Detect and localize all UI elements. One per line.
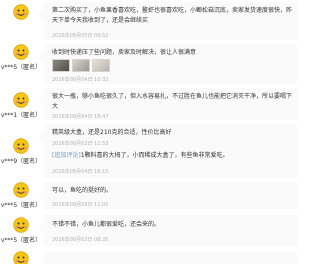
smiley-avatar-icon: [13, 138, 29, 154]
review-card: 很大一瓶，够小鱼吃很久了，但入水容易扎，不过胜在鱼儿也能把它消灭干净，所以要喝下…: [38, 88, 298, 120]
review-card: 精英级大盒，还是210克的合适，性价比高好 2016年09月02日 11:53 …: [38, 124, 298, 178]
review-item: v***1（匿名） 很大一瓶，够小鱼吃很久了，但入水容易扎，不过胜在鱼儿也能把它…: [0, 86, 300, 122]
review-item: [0, 248, 300, 264]
review-item: 第二次购买了，小鱼果香喜欢吃，鳌虾也很喜欢吃，小鲫松菇沉底，卖家发货速度很快，昨…: [0, 0, 300, 42]
reviewer-name: v***5（匿名）: [0, 202, 42, 209]
smiley-avatar-icon: [13, 92, 29, 108]
review-text: 很大一瓶，够小鱼吃很久了，但入水容易扎，不过胜在鱼儿也能把它消灭干净，所以要喝下…: [52, 93, 293, 110]
review-item: v***5（匿名） 可以，鱼吃的挺好的。 2016年09月03日 11:05: [0, 180, 300, 212]
review-card: 可以，鱼吃的挺好的。 2016年09月03日 11:05: [38, 182, 298, 210]
review-photo[interactable]: [52, 59, 70, 72]
review-card: 第二次购买了，小鱼果香喜欢吃，鳌虾也很喜欢吃，小鲫松菇沉底，卖家发货速度很快，昨…: [38, 2, 298, 40]
followup-date: 2016年09月04日 16:15: [52, 169, 109, 175]
review-card: [38, 252, 298, 264]
review-card: 收到时快递压了些问题，卖家及时解决，很让人很满意 2016年09月04日 10:…: [38, 44, 298, 84]
review-item: v***5（匿名） 收到时快递压了些问题，卖家及时解决，很让人很满意 2016年…: [0, 42, 300, 86]
followup-text: 1颗料喜的大拇了，小而稀成大盒了，有些鱼非常爱吃。: [80, 152, 229, 159]
review-text: 精英级大盒，还是210克的合适，性价比高好: [52, 129, 172, 136]
review-text: 不错不错，小鱼儿都很爱吃，还会来的。: [52, 221, 161, 228]
review-date: 2016年09月02日 11:53: [52, 141, 109, 147]
review-item: v***9（匿名） 精英级大盒，还是210克的合适，性价比高好 2016年09月…: [0, 122, 300, 180]
review-date: 2016年09月04日 18:47: [52, 114, 109, 120]
reviewer-name: v***1（匿名）: [0, 112, 42, 119]
review-date: 2016年09月05日 09:52: [52, 33, 109, 39]
smiley-avatar-icon: [13, 44, 29, 60]
smiley-avatar-icon: [13, 182, 29, 198]
reviewer-name: v***9（匿名）: [0, 158, 42, 165]
reviewer-name: v***5（匿名）: [0, 64, 42, 71]
review-date: 2016年09月03日 11:05: [52, 202, 109, 208]
review-photo[interactable]: [92, 59, 110, 72]
review-text: 第二次购买了，小鱼果香喜欢吃，鳌虾也很喜欢吃，小鲫松菇沉底，卖家发货速度很快，昨…: [52, 7, 293, 24]
smiley-avatar-icon: [13, 217, 29, 233]
reviewer-name: v***5（匿名）: [0, 237, 42, 244]
review-text: 可以，鱼吃的挺好的。: [52, 187, 113, 194]
followup-comment: [追加评论]1颗料喜的大拇了，小而稀成大盒了，有些鱼非常爱吃。: [52, 151, 292, 161]
followup-tag: [追加评论]: [52, 152, 81, 159]
review-photos: [52, 59, 110, 72]
review-text: 收到时快递压了些问题，卖家及时解决，很让人很满意: [52, 49, 197, 56]
review-photo[interactable]: [72, 59, 90, 72]
review-card: 不错不错，小鱼儿都很爱吃，还会来的。 2016年09月02日 08:20: [38, 215, 298, 246]
review-date: 2016年09月02日 08:20: [52, 237, 109, 243]
review-item: v***5（匿名） 不错不错，小鱼儿都很爱吃，还会来的。 2016年09月02日…: [0, 212, 300, 248]
smiley-avatar-icon: [13, 4, 29, 20]
review-date: 2016年09月04日 10:32: [52, 77, 109, 83]
smiley-avatar-icon: [13, 251, 29, 264]
